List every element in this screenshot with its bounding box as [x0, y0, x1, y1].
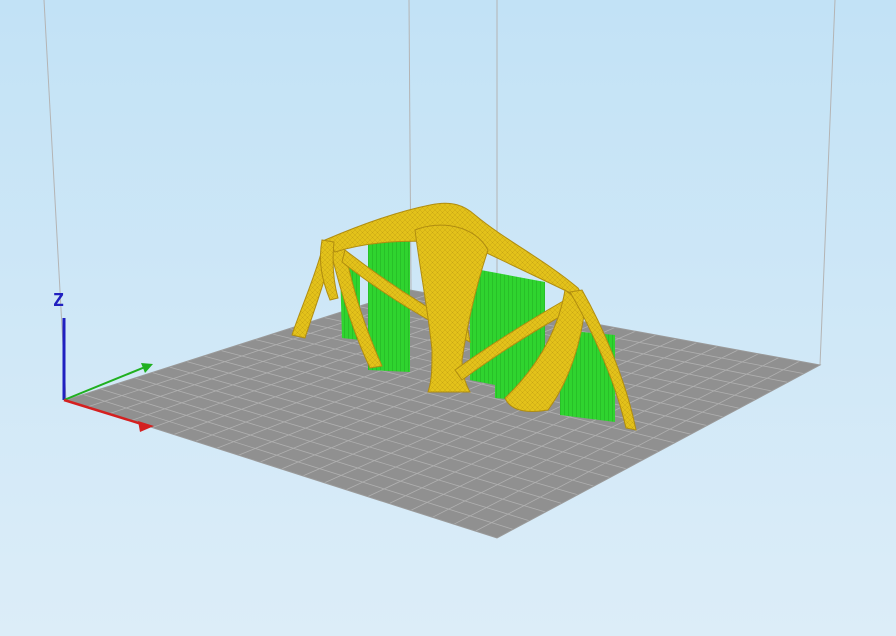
scene-canvas[interactable]: Z — [0, 0, 896, 636]
z-axis-label: Z — [53, 290, 64, 311]
3d-viewport[interactable]: Z — [0, 0, 896, 636]
